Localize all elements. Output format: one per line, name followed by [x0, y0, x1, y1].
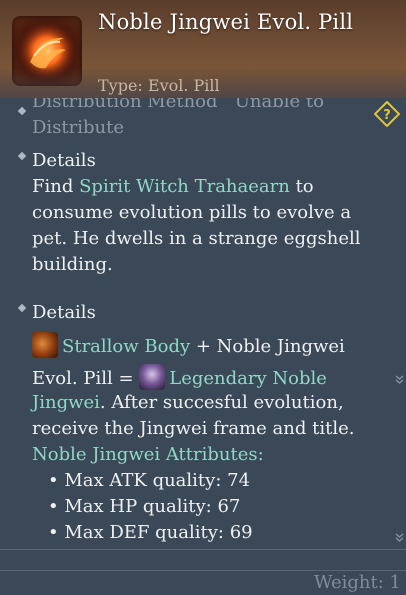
scroll-down-icon[interactable]: [395, 533, 404, 542]
evol-text: . After succesful evolution,: [99, 392, 344, 413]
divider: [0, 549, 406, 550]
item-type: Type: Evol. Pill: [98, 76, 220, 95]
attribute-item: • Max DEF quality: 69: [48, 522, 253, 543]
plus-text: + Noble Jingwei: [190, 336, 345, 357]
evolution-line: Jingwei. After succesful evolution,: [32, 390, 367, 416]
evolution-line: receive the Jingwei frame and title.: [32, 418, 355, 439]
fire-pill-icon: [12, 16, 82, 86]
scroll-down-icon[interactable]: [395, 375, 404, 384]
bullet-icon: [17, 151, 27, 161]
details-line: building.: [32, 254, 113, 275]
item-weight: Weight: 1: [313, 572, 401, 593]
details-text: to: [289, 176, 314, 197]
evol-text: Evol. Pill =: [32, 368, 140, 389]
bullet-icon: [17, 303, 27, 313]
evolution-line: Strallow Body + Noble Jingwei: [32, 332, 367, 360]
attribute-item: • Max ATK quality: 74: [48, 470, 251, 491]
attributes-heading: Noble Jingwei Attributes:: [32, 444, 264, 465]
details-line: pet. He dwells in a strange eggshell: [32, 228, 361, 249]
details-text: Find: [32, 176, 80, 197]
distribution-line: Distribution Method Unable to: [32, 98, 367, 115]
details-line: consume evolution pills to evolve a: [32, 202, 352, 223]
npc-link[interactable]: Spirit Witch Trahaearn: [79, 176, 290, 197]
attribute-item: • Max HP quality: 67: [48, 496, 241, 517]
item-title: Noble Jingwei Evol. Pill: [98, 10, 354, 34]
bullet-icon: [17, 106, 27, 116]
details-heading: Details: [32, 150, 96, 171]
details-line: Find Spirit Witch Trahaearn to: [32, 174, 367, 200]
distribution-label: Distribution Method: [32, 98, 218, 112]
evolution-result-line: Evol. Pill = Legendary Noble: [32, 364, 367, 392]
details-heading: Details: [32, 302, 96, 323]
item-description[interactable]: Distribution Method Unable to Distribute…: [0, 98, 406, 550]
result-link-cont[interactable]: Jingwei: [32, 392, 100, 413]
distribution-value: Unable to: [234, 98, 324, 112]
pet-link[interactable]: Strallow Body: [62, 336, 190, 357]
divider: [0, 570, 406, 571]
result-link[interactable]: Legendary Noble: [169, 368, 327, 389]
jingwei-portrait-icon: [139, 364, 166, 390]
pet-bird-icon: [32, 332, 58, 358]
distribution-value-cont: Distribute: [32, 117, 125, 138]
